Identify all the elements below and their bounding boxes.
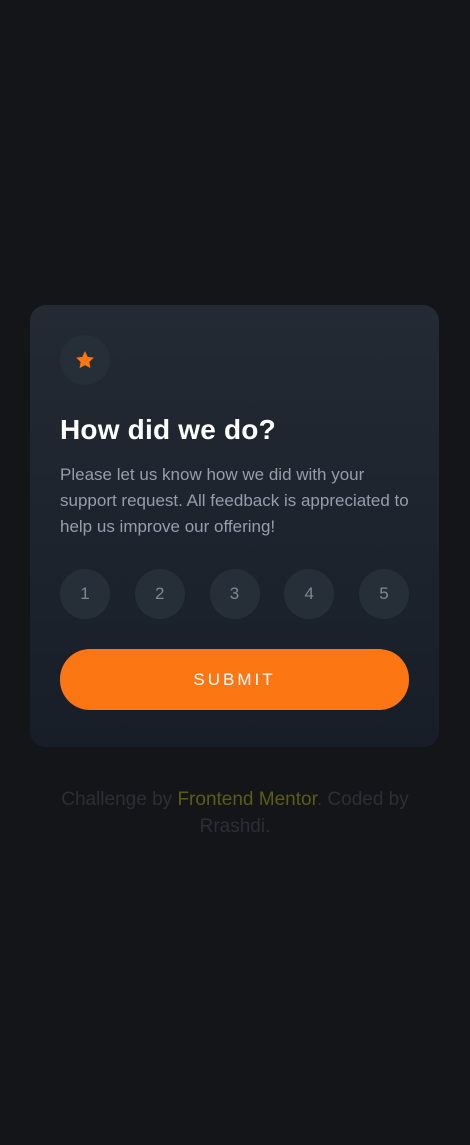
rating-button-3[interactable]: 3 [209, 569, 260, 619]
author-link[interactable]: Rrashdi. [200, 816, 271, 837]
rating-card: How did we do? Please let us know how we… [30, 305, 439, 747]
rating-button-5[interactable]: 5 [359, 569, 409, 619]
attribution-middle: . Coded by [316, 789, 409, 810]
rating-options: 1 2 3 4 5 [60, 569, 409, 619]
attribution: Challenge by Frontend Mentor. Coded by R… [0, 786, 470, 840]
frontend-mentor-link[interactable]: Frontend Mentor [177, 789, 316, 810]
rating-button-1[interactable]: 1 [60, 569, 110, 619]
rating-button-2[interactable]: 2 [134, 569, 185, 619]
card-title: How did we do? [60, 414, 276, 445]
rating-button-4[interactable]: 4 [284, 569, 335, 619]
attribution-prefix: Challenge by [61, 789, 178, 810]
star-icon [76, 351, 94, 369]
star-badge [60, 335, 110, 385]
card-description: Please let us know how we did with your … [60, 465, 409, 536]
submit-button[interactable]: SUBMIT [60, 649, 409, 710]
